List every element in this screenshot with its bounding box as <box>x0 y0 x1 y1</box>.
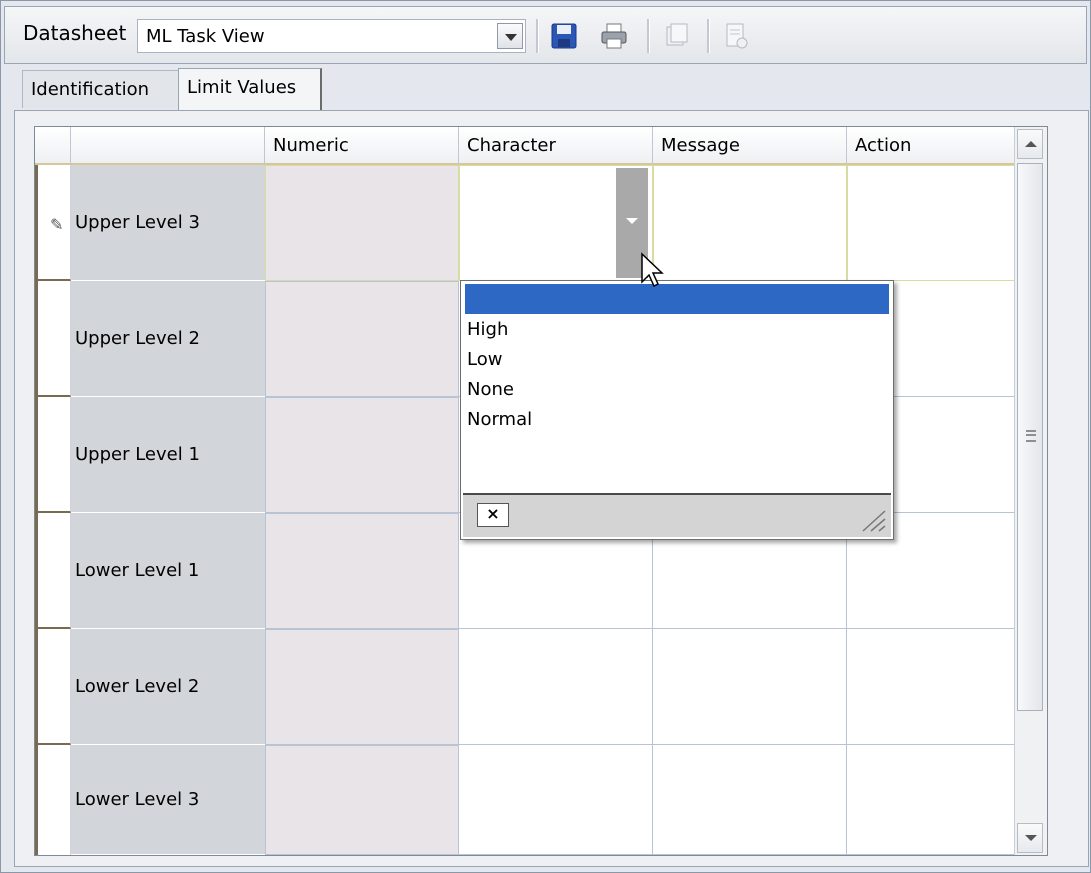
tab-limit-values[interactable]: Limit Values <box>178 68 322 110</box>
character-cell[interactable] <box>459 165 653 281</box>
dropdown-option-low[interactable]: Low <box>465 345 889 375</box>
header-row-label-cell <box>71 127 265 165</box>
resize-grip-icon[interactable] <box>859 509 887 533</box>
table-row[interactable]: Lower Level 3 <box>35 745 1047 855</box>
row-selector[interactable]: ✎ <box>35 165 71 281</box>
header-selector-cell <box>35 127 71 165</box>
dropdown-footer: × <box>463 493 891 537</box>
copy-icon[interactable] <box>661 21 691 51</box>
action-cell[interactable] <box>847 165 1015 281</box>
dropdown-option-none[interactable]: None <box>465 375 889 405</box>
column-header-character[interactable]: Character <box>459 127 653 165</box>
toolbar-separator <box>707 19 710 53</box>
column-header-action[interactable]: Action <box>847 127 1015 165</box>
properties-icon[interactable] <box>721 21 751 51</box>
scroll-down-icon[interactable] <box>1017 823 1043 853</box>
numeric-cell[interactable] <box>265 513 459 629</box>
row-selector[interactable] <box>35 745 71 855</box>
chevron-down-icon[interactable] <box>497 23 523 49</box>
dropdown-option-high[interactable]: High <box>465 315 889 345</box>
numeric-cell[interactable] <box>265 165 459 281</box>
tab-strip: Identification Limit Values <box>12 68 1087 110</box>
print-icon[interactable] <box>599 21 629 51</box>
row-label: Upper Level 3 <box>71 165 265 281</box>
character-cell[interactable] <box>459 745 653 855</box>
datasheet-label: Datasheet <box>23 21 127 45</box>
action-cell[interactable] <box>847 745 1015 855</box>
datasheet-select[interactable]: ML Task View <box>137 19 526 53</box>
table-row[interactable]: ✎ Upper Level 3 <box>35 165 1047 281</box>
message-cell[interactable] <box>653 629 847 745</box>
tab-identification[interactable]: Identification <box>22 70 180 108</box>
numeric-cell[interactable] <box>265 745 459 855</box>
numeric-cell[interactable] <box>265 629 459 745</box>
scroll-up-icon[interactable] <box>1017 129 1043 159</box>
action-cell[interactable] <box>847 629 1015 745</box>
row-selector[interactable] <box>35 629 71 745</box>
row-selector[interactable] <box>35 281 71 397</box>
scrollbar-thumb[interactable] <box>1017 163 1043 711</box>
numeric-cell[interactable] <box>265 281 459 397</box>
character-dropdown-list[interactable]: High Low None Normal × <box>460 280 894 540</box>
toolbar-separator <box>647 19 650 53</box>
save-icon[interactable] <box>549 21 579 51</box>
toolbar: Datasheet ML Task View <box>4 6 1087 64</box>
character-cell[interactable] <box>459 629 653 745</box>
dropdown-option-blank[interactable] <box>465 284 889 314</box>
pencil-edit-icon: ✎ <box>50 215 64 234</box>
mouse-cursor-icon <box>641 252 664 288</box>
dropdown-option-normal[interactable]: Normal <box>465 405 889 435</box>
row-label: Lower Level 2 <box>71 629 265 745</box>
message-cell[interactable] <box>653 745 847 855</box>
row-label: Lower Level 3 <box>71 745 265 855</box>
table-row[interactable]: Lower Level 2 <box>35 629 1047 745</box>
row-selector[interactable] <box>35 397 71 513</box>
toolbar-separator <box>536 19 539 53</box>
column-header-message[interactable]: Message <box>653 127 847 165</box>
grip-icon <box>1026 430 1036 442</box>
row-label: Upper Level 1 <box>71 397 265 513</box>
column-header-numeric[interactable]: Numeric <box>265 127 459 165</box>
row-label: Lower Level 1 <box>71 513 265 629</box>
close-icon[interactable]: × <box>477 503 509 527</box>
numeric-cell[interactable] <box>265 397 459 513</box>
message-cell[interactable] <box>653 165 847 281</box>
vertical-scrollbar[interactable] <box>1014 127 1047 855</box>
row-selector[interactable] <box>35 513 71 629</box>
row-label: Upper Level 2 <box>71 281 265 397</box>
datasheet-select-value: ML Task View <box>146 26 265 47</box>
